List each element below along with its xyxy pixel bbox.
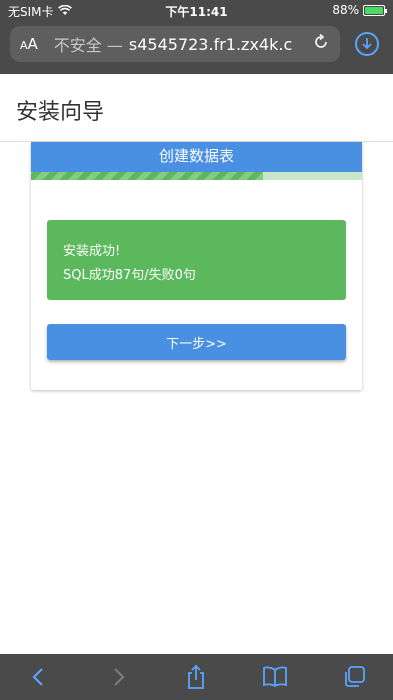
alert-line-success: 安装成功! — [63, 244, 121, 259]
reader-aa-button[interactable]: AA — [20, 35, 38, 53]
url-text: s4545723.fr1.zx4k.c — [128, 34, 293, 54]
browser-toolbar — [0, 654, 393, 700]
progress-track — [31, 172, 362, 180]
battery-percent: 88% — [332, 3, 359, 17]
forward-icon[interactable] — [98, 657, 138, 697]
back-icon[interactable] — [19, 657, 59, 697]
tabs-icon[interactable] — [334, 657, 374, 697]
page-title: 安装向导 — [16, 100, 105, 125]
success-alert: 安装成功! SQL成功87句/失败0句 — [47, 220, 346, 300]
share-icon[interactable] — [176, 657, 216, 697]
page-header: 安装向导 — [0, 74, 393, 142]
bookmarks-icon[interactable] — [255, 657, 295, 697]
status-bar: 无SIM卡 下午11:41 88% — [0, 0, 393, 22]
alert-line-sql: SQL成功87句/失败0句 — [63, 268, 196, 283]
reload-icon[interactable] — [312, 33, 330, 56]
browser-bar: AA 不安全 — s4545723.fr1.zx4k.c — [0, 22, 393, 74]
insecure-label: 不安全 — — [53, 36, 123, 55]
url-field[interactable]: AA 不安全 — s4545723.fr1.zx4k.c — [10, 26, 340, 62]
next-step-button[interactable]: 下一步>> — [47, 324, 346, 360]
battery-level — [365, 6, 383, 14]
progress-bar — [31, 172, 263, 180]
step-title: 创建数据表 — [31, 142, 362, 172]
install-card: 创建数据表 安装成功! SQL成功87句/失败0句 下一步>> — [31, 142, 362, 390]
battery-icon — [363, 4, 387, 16]
status-right: 88% — [332, 3, 387, 17]
download-icon[interactable] — [355, 32, 379, 56]
